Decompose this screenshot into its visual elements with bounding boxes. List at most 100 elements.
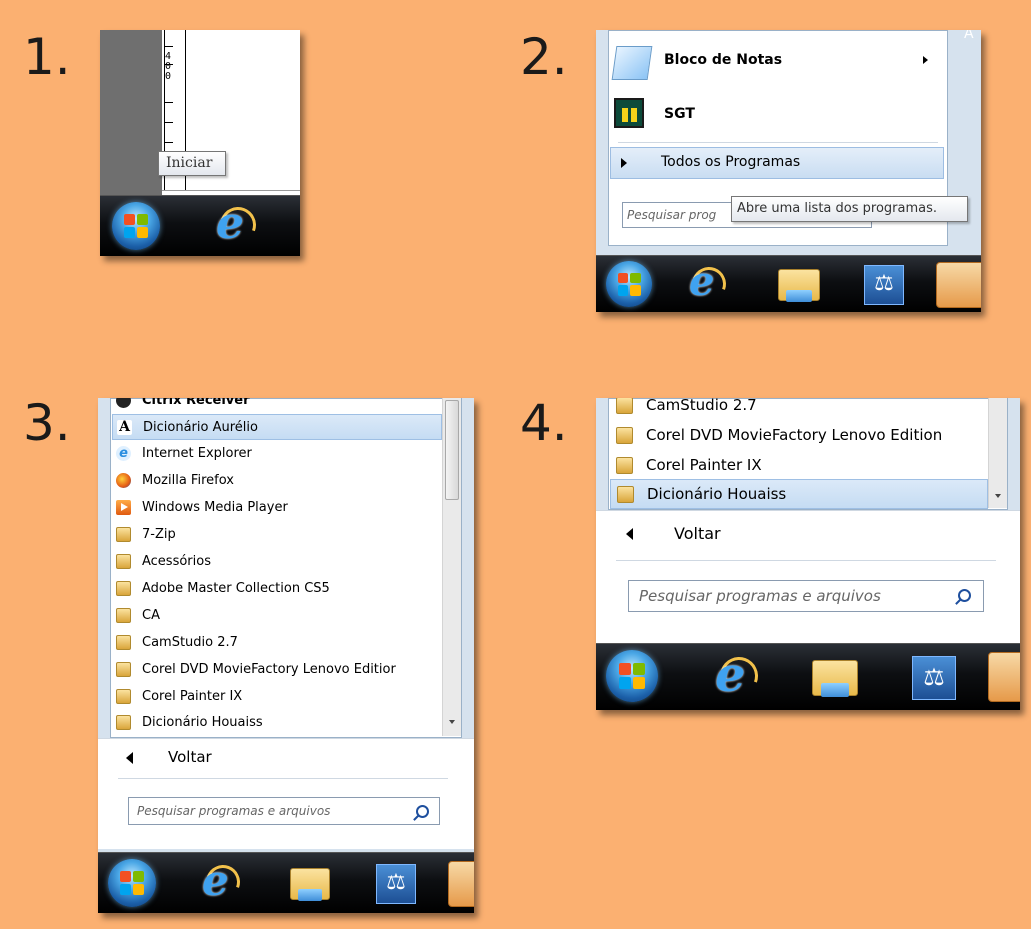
program-item-camstudio[interactable]: CamStudio 2.7 — [112, 630, 442, 656]
program-label: Acessórios — [142, 554, 211, 569]
scale-app-icon[interactable]: ⚖ — [376, 864, 416, 904]
program-item-corel-painter[interactable]: Corel Painter IX — [610, 450, 988, 480]
ruler-label: 4 0 0 — [165, 51, 172, 82]
scale-app-icon[interactable]: ⚖ — [864, 265, 904, 305]
program-item-dicionario-houaiss[interactable]: Dicionário Houaiss — [610, 479, 988, 509]
gray-sidebar — [100, 30, 162, 196]
search-input[interactable]: Pesquisar programas e arquivos — [128, 797, 440, 825]
folder-icon — [616, 398, 633, 414]
separator — [618, 142, 938, 143]
taskbar: e ⚖ — [596, 255, 981, 312]
program-label: Dicionário Aurélio — [143, 420, 258, 435]
folder-icon — [616, 457, 633, 474]
folder-icon — [116, 608, 131, 623]
program-label: CamStudio 2.7 — [646, 398, 757, 414]
submenu-arrow-icon — [923, 56, 928, 64]
media-player-icon — [116, 500, 131, 515]
internet-explorer-icon[interactable]: e — [202, 860, 229, 902]
partial-app-icon[interactable] — [448, 861, 474, 907]
program-item-corel-painter[interactable]: Corel Painter IX — [112, 684, 442, 710]
all-programs-button[interactable]: Todos os Programas — [610, 147, 944, 179]
notepad-icon — [611, 46, 653, 80]
partial-app-icon[interactable] — [988, 652, 1020, 702]
program-label: Dicionário Houaiss — [647, 485, 787, 503]
program-item-windows-media-player[interactable]: Windows Media Player — [112, 495, 442, 521]
windows-explorer-folder-icon[interactable] — [812, 660, 858, 697]
separator — [616, 560, 996, 561]
internet-explorer-icon[interactable]: e — [216, 202, 244, 246]
folder-icon — [616, 427, 633, 444]
program-label: 7-Zip — [142, 527, 176, 542]
windows-explorer-folder-icon[interactable] — [778, 269, 820, 302]
back-label: Voltar — [674, 524, 721, 543]
search-input[interactable]: Pesquisar programas e arquivos — [628, 580, 984, 612]
corner-text: A — [964, 30, 974, 42]
start-tooltip: Iniciar — [158, 151, 226, 176]
windows-start-orb-icon[interactable] — [606, 261, 652, 307]
program-label: Adobe Master Collection CS5 — [142, 581, 330, 596]
scroll-down-arrow-icon[interactable] — [449, 720, 455, 724]
panel-step-2: A Bloco de Notas SGT Todos os Programas … — [596, 30, 981, 312]
scrollbar-thumb[interactable] — [445, 400, 459, 500]
start-menu-item-sgt[interactable]: SGT — [610, 94, 946, 134]
program-item-camstudio[interactable]: CamStudio 2.7 — [610, 398, 988, 420]
folder-icon — [116, 689, 131, 704]
scale-app-icon[interactable]: ⚖ — [912, 656, 956, 700]
windows-start-orb-icon[interactable] — [606, 650, 658, 702]
search-placeholder: Pesquisar programas e arquivos — [639, 587, 881, 605]
program-item-ca[interactable]: CA — [112, 603, 442, 629]
start-menu-item-bloco-de-notas[interactable]: Bloco de Notas — [610, 40, 946, 86]
separator — [118, 778, 448, 779]
program-label: Corel DVD MovieFactory Lenovo Editior — [142, 662, 396, 677]
programs-scrollbar[interactable] — [988, 398, 1007, 508]
menu-item-label: Bloco de Notas — [664, 52, 783, 68]
program-label: Corel DVD MovieFactory Lenovo Edition — [646, 426, 943, 444]
programs-scrollbar[interactable] — [442, 398, 461, 736]
scroll-down-arrow-icon[interactable] — [995, 494, 1001, 498]
program-item-acessorios[interactable]: Acessórios — [112, 549, 442, 575]
program-item-dicionario-houaiss[interactable]: Dicionário Houaiss — [112, 710, 442, 736]
program-item-dicionario-aurelio[interactable]: A Dicionário Aurélio — [112, 414, 442, 440]
program-item-mozilla-firefox[interactable]: Mozilla Firefox — [112, 468, 442, 494]
program-label: CamStudio 2.7 — [142, 635, 238, 650]
internet-explorer-icon: e — [116, 446, 131, 461]
search-placeholder: Pesquisar prog — [627, 208, 717, 222]
partial-app-icon[interactable] — [936, 262, 981, 308]
aurelio-icon: A — [117, 420, 132, 435]
program-item-internet-explorer[interactable]: e Internet Explorer — [112, 441, 442, 467]
citrix-icon — [116, 398, 131, 408]
program-item-citrix-receiver[interactable]: Citrix Receiver — [112, 398, 442, 414]
programs-list: CamStudio 2.7 Corel DVD MovieFactory Len… — [610, 398, 988, 510]
programs-list: Citrix Receiver A Dicionário Aurélio e I… — [112, 398, 442, 736]
program-label: Windows Media Player — [142, 500, 288, 515]
back-button[interactable]: Voltar — [614, 518, 994, 550]
windows-start-orb-icon[interactable] — [108, 859, 156, 907]
search-placeholder: Pesquisar programas e arquivos — [137, 804, 331, 818]
back-arrow-icon — [626, 528, 633, 540]
back-label: Voltar — [168, 748, 212, 766]
program-item-7zip[interactable]: 7-Zip — [112, 522, 442, 548]
all-programs-label: Todos os Programas — [661, 154, 801, 170]
step-number-4: 4. — [520, 394, 568, 452]
folder-icon — [116, 581, 131, 596]
program-label: Internet Explorer — [142, 446, 252, 461]
windows-explorer-folder-icon[interactable] — [290, 868, 330, 901]
folder-icon — [116, 554, 131, 569]
program-label: Corel Painter IX — [646, 456, 762, 474]
program-label: Citrix Receiver — [142, 398, 250, 408]
folder-icon — [116, 662, 131, 677]
step-number-1: 1. — [23, 28, 71, 86]
program-item-corel-dvd-moviefactory[interactable]: Corel DVD MovieFactory Lenovo Editior — [112, 657, 442, 683]
program-label: Corel Painter IX — [142, 689, 243, 704]
folder-icon — [116, 635, 131, 650]
internet-explorer-icon[interactable]: e — [689, 262, 714, 302]
firefox-icon — [116, 473, 131, 488]
program-item-corel-dvd-moviefactory[interactable]: Corel DVD MovieFactory Lenovo Edition — [610, 420, 988, 450]
back-arrow-icon — [126, 752, 133, 764]
internet-explorer-icon[interactable]: e — [715, 651, 746, 699]
search-icon[interactable] — [958, 589, 971, 602]
program-item-adobe-master-collection[interactable]: Adobe Master Collection CS5 — [112, 576, 442, 602]
windows-start-orb-icon[interactable] — [112, 202, 160, 250]
search-icon[interactable] — [416, 805, 429, 818]
back-button[interactable]: Voltar — [116, 744, 446, 772]
